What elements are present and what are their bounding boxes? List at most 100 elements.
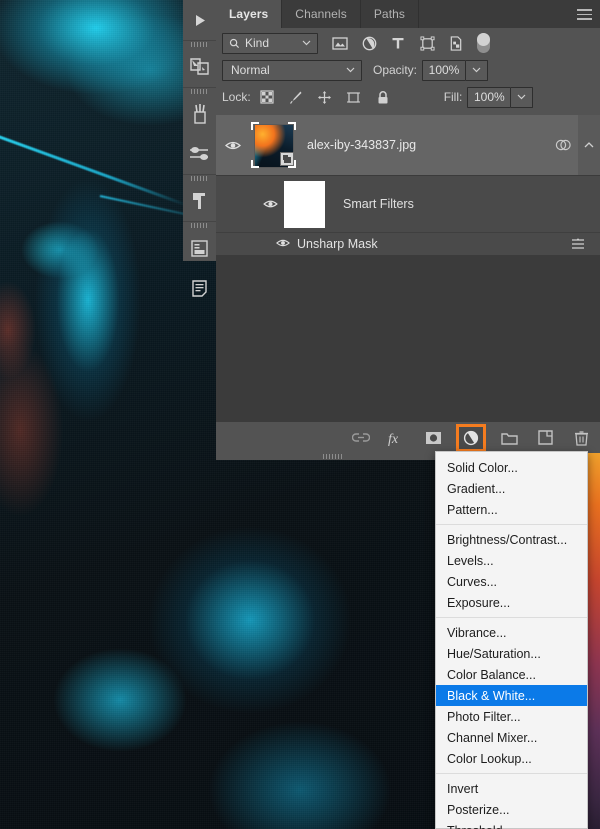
- layers-panel-button-bar: fx: [216, 422, 600, 453]
- smart-filters-visibility-toggle[interactable]: [258, 199, 282, 209]
- tab-channels-label: Channels: [295, 7, 347, 21]
- menu-item-solid-color[interactable]: Solid Color...: [436, 457, 587, 478]
- eye-icon: [276, 239, 290, 247]
- filter-enable-toggle[interactable]: [477, 33, 490, 53]
- filter-smart-objects-button[interactable]: [448, 35, 464, 51]
- chevron-down-icon: [472, 67, 481, 73]
- menu-item-channel-mixer[interactable]: Channel Mixer...: [436, 727, 587, 748]
- filter-pixel-layers-button[interactable]: [332, 35, 348, 51]
- menu-item-label: Invert: [447, 781, 479, 796]
- menu-item-curves[interactable]: Curves...: [436, 571, 587, 592]
- properties-icon: [191, 239, 208, 257]
- menu-item-label: Threshold...: [447, 824, 513, 829]
- lock-image-pixels-button[interactable]: [288, 89, 304, 105]
- brush-tools-button[interactable]: [183, 94, 216, 134]
- search-icon: [229, 38, 240, 48]
- menu-item-vibrance[interactable]: Vibrance...: [436, 622, 587, 643]
- type-t-icon: [392, 38, 404, 49]
- filter-shape-layers-button[interactable]: [419, 35, 435, 51]
- menu-item-label: Brightness/Contrast...: [447, 532, 568, 547]
- menu-item-label: Exposure...: [447, 595, 511, 610]
- panel-tab-bar: Layers Channels Paths: [216, 0, 600, 28]
- properties-panel-button[interactable]: [183, 228, 216, 268]
- unsharp-mask-label: Unsharp Mask: [297, 237, 378, 251]
- opacity-input[interactable]: 100%: [422, 59, 467, 81]
- layer-visibility-toggle[interactable]: [216, 140, 250, 151]
- lock-transparent-pixels-button[interactable]: [259, 89, 275, 105]
- adjustment-circle-icon: [463, 430, 479, 445]
- menu-item-photo-filter[interactable]: Photo Filter...: [436, 706, 587, 727]
- tab-channels[interactable]: Channels: [282, 0, 361, 28]
- tool-rail: [183, 0, 216, 297]
- filter-adjustment-layers-button[interactable]: [361, 35, 377, 51]
- menu-item-color-lookup[interactable]: Color Lookup...: [436, 748, 587, 769]
- paragraph-icon: [192, 193, 205, 209]
- menu-item-label: Curves...: [447, 574, 498, 589]
- smart-filters-row[interactable]: Smart Filters: [216, 176, 600, 233]
- menu-item-label: Black & White...: [447, 688, 536, 703]
- menu-item-posterize[interactable]: Posterize...: [436, 799, 587, 820]
- notes-panel-button[interactable]: [183, 268, 216, 308]
- fill-stepper[interactable]: [511, 86, 534, 108]
- smart-filter-icon[interactable]: [548, 138, 578, 152]
- new-adjustment-layer-menu: Solid Color... Gradient... Pattern... Br…: [435, 451, 588, 829]
- menu-item-pattern[interactable]: Pattern...: [436, 499, 587, 520]
- menu-item-brightness-contrast[interactable]: Brightness/Contrast...: [436, 529, 587, 550]
- lock-all-button[interactable]: [375, 89, 391, 105]
- lock-artboard-nesting-button[interactable]: [346, 89, 362, 105]
- padlock-icon: [378, 90, 388, 103]
- smart-filter-item[interactable]: Unsharp Mask: [216, 233, 600, 255]
- collapse-panels-button[interactable]: [183, 0, 216, 40]
- delete-layer-button[interactable]: [571, 428, 591, 448]
- smart-filter-mask-thumbnail[interactable]: [284, 180, 325, 228]
- menu-item-levels[interactable]: Levels...: [436, 550, 587, 571]
- new-layer-button[interactable]: [535, 428, 555, 448]
- shape-icon: [419, 35, 435, 51]
- adjustment-tools-button[interactable]: [183, 134, 216, 174]
- new-group-button[interactable]: [499, 428, 519, 448]
- fill-input[interactable]: 100%: [467, 86, 512, 108]
- unsharp-mask-visibility-toggle[interactable]: [276, 235, 290, 253]
- lock-row: Lock: Fill: 100%: [222, 86, 594, 108]
- filter-kind-select[interactable]: Kind: [222, 32, 318, 54]
- filter-kind-label: Kind: [245, 36, 270, 50]
- panel-menu-icon[interactable]: [577, 9, 592, 20]
- lock-position-button[interactable]: [317, 89, 333, 105]
- layer-row[interactable]: alex-iby-343837.jpg: [216, 115, 600, 176]
- menu-separator: [436, 524, 587, 525]
- menu-item-threshold[interactable]: Threshold...: [436, 820, 587, 829]
- brush-icon: [193, 104, 206, 124]
- smart-object-icon: [450, 35, 462, 51]
- filter-settings-icon[interactable]: [570, 237, 586, 256]
- type-panel-button[interactable]: [183, 181, 216, 221]
- menu-item-gradient[interactable]: Gradient...: [436, 478, 587, 499]
- mask-icon: [425, 431, 441, 444]
- menu-item-exposure[interactable]: Exposure...: [436, 592, 587, 613]
- tab-layers[interactable]: Layers: [216, 0, 283, 28]
- layer-styles-button[interactable]: fx: [387, 428, 407, 448]
- layer-thumbnail[interactable]: [251, 121, 298, 169]
- menu-separator: [436, 617, 587, 618]
- blend-mode-select[interactable]: Normal: [222, 59, 362, 81]
- link-layers-button[interactable]: [351, 428, 371, 448]
- panel-resize-grip[interactable]: [216, 453, 449, 460]
- blend-mode-value: Normal: [231, 63, 270, 77]
- path-select-button[interactable]: [183, 47, 216, 87]
- chevron-up-icon: [584, 142, 594, 148]
- new-adjustment-layer-button[interactable]: [456, 423, 486, 452]
- filter-type-layers-button[interactable]: [390, 35, 406, 51]
- menu-item-hue-saturation[interactable]: Hue/Saturation...: [436, 643, 587, 664]
- menu-item-label: Color Balance...: [447, 667, 536, 682]
- menu-item-invert[interactable]: Invert: [436, 778, 587, 799]
- menu-item-color-balance[interactable]: Color Balance...: [436, 664, 587, 685]
- layer-row-right: [548, 115, 600, 175]
- menu-item-label: Color Lookup...: [447, 751, 532, 766]
- opacity-stepper[interactable]: [466, 59, 489, 81]
- menu-item-black-and-white[interactable]: Black & White...: [436, 685, 587, 706]
- tab-paths[interactable]: Paths: [361, 0, 419, 28]
- layer-expand-toggle[interactable]: [578, 115, 600, 175]
- image-icon: [332, 36, 348, 50]
- add-layer-mask-button[interactable]: [423, 428, 443, 448]
- artboard-icon: [347, 91, 361, 103]
- opacity-label: Opacity:: [373, 63, 418, 77]
